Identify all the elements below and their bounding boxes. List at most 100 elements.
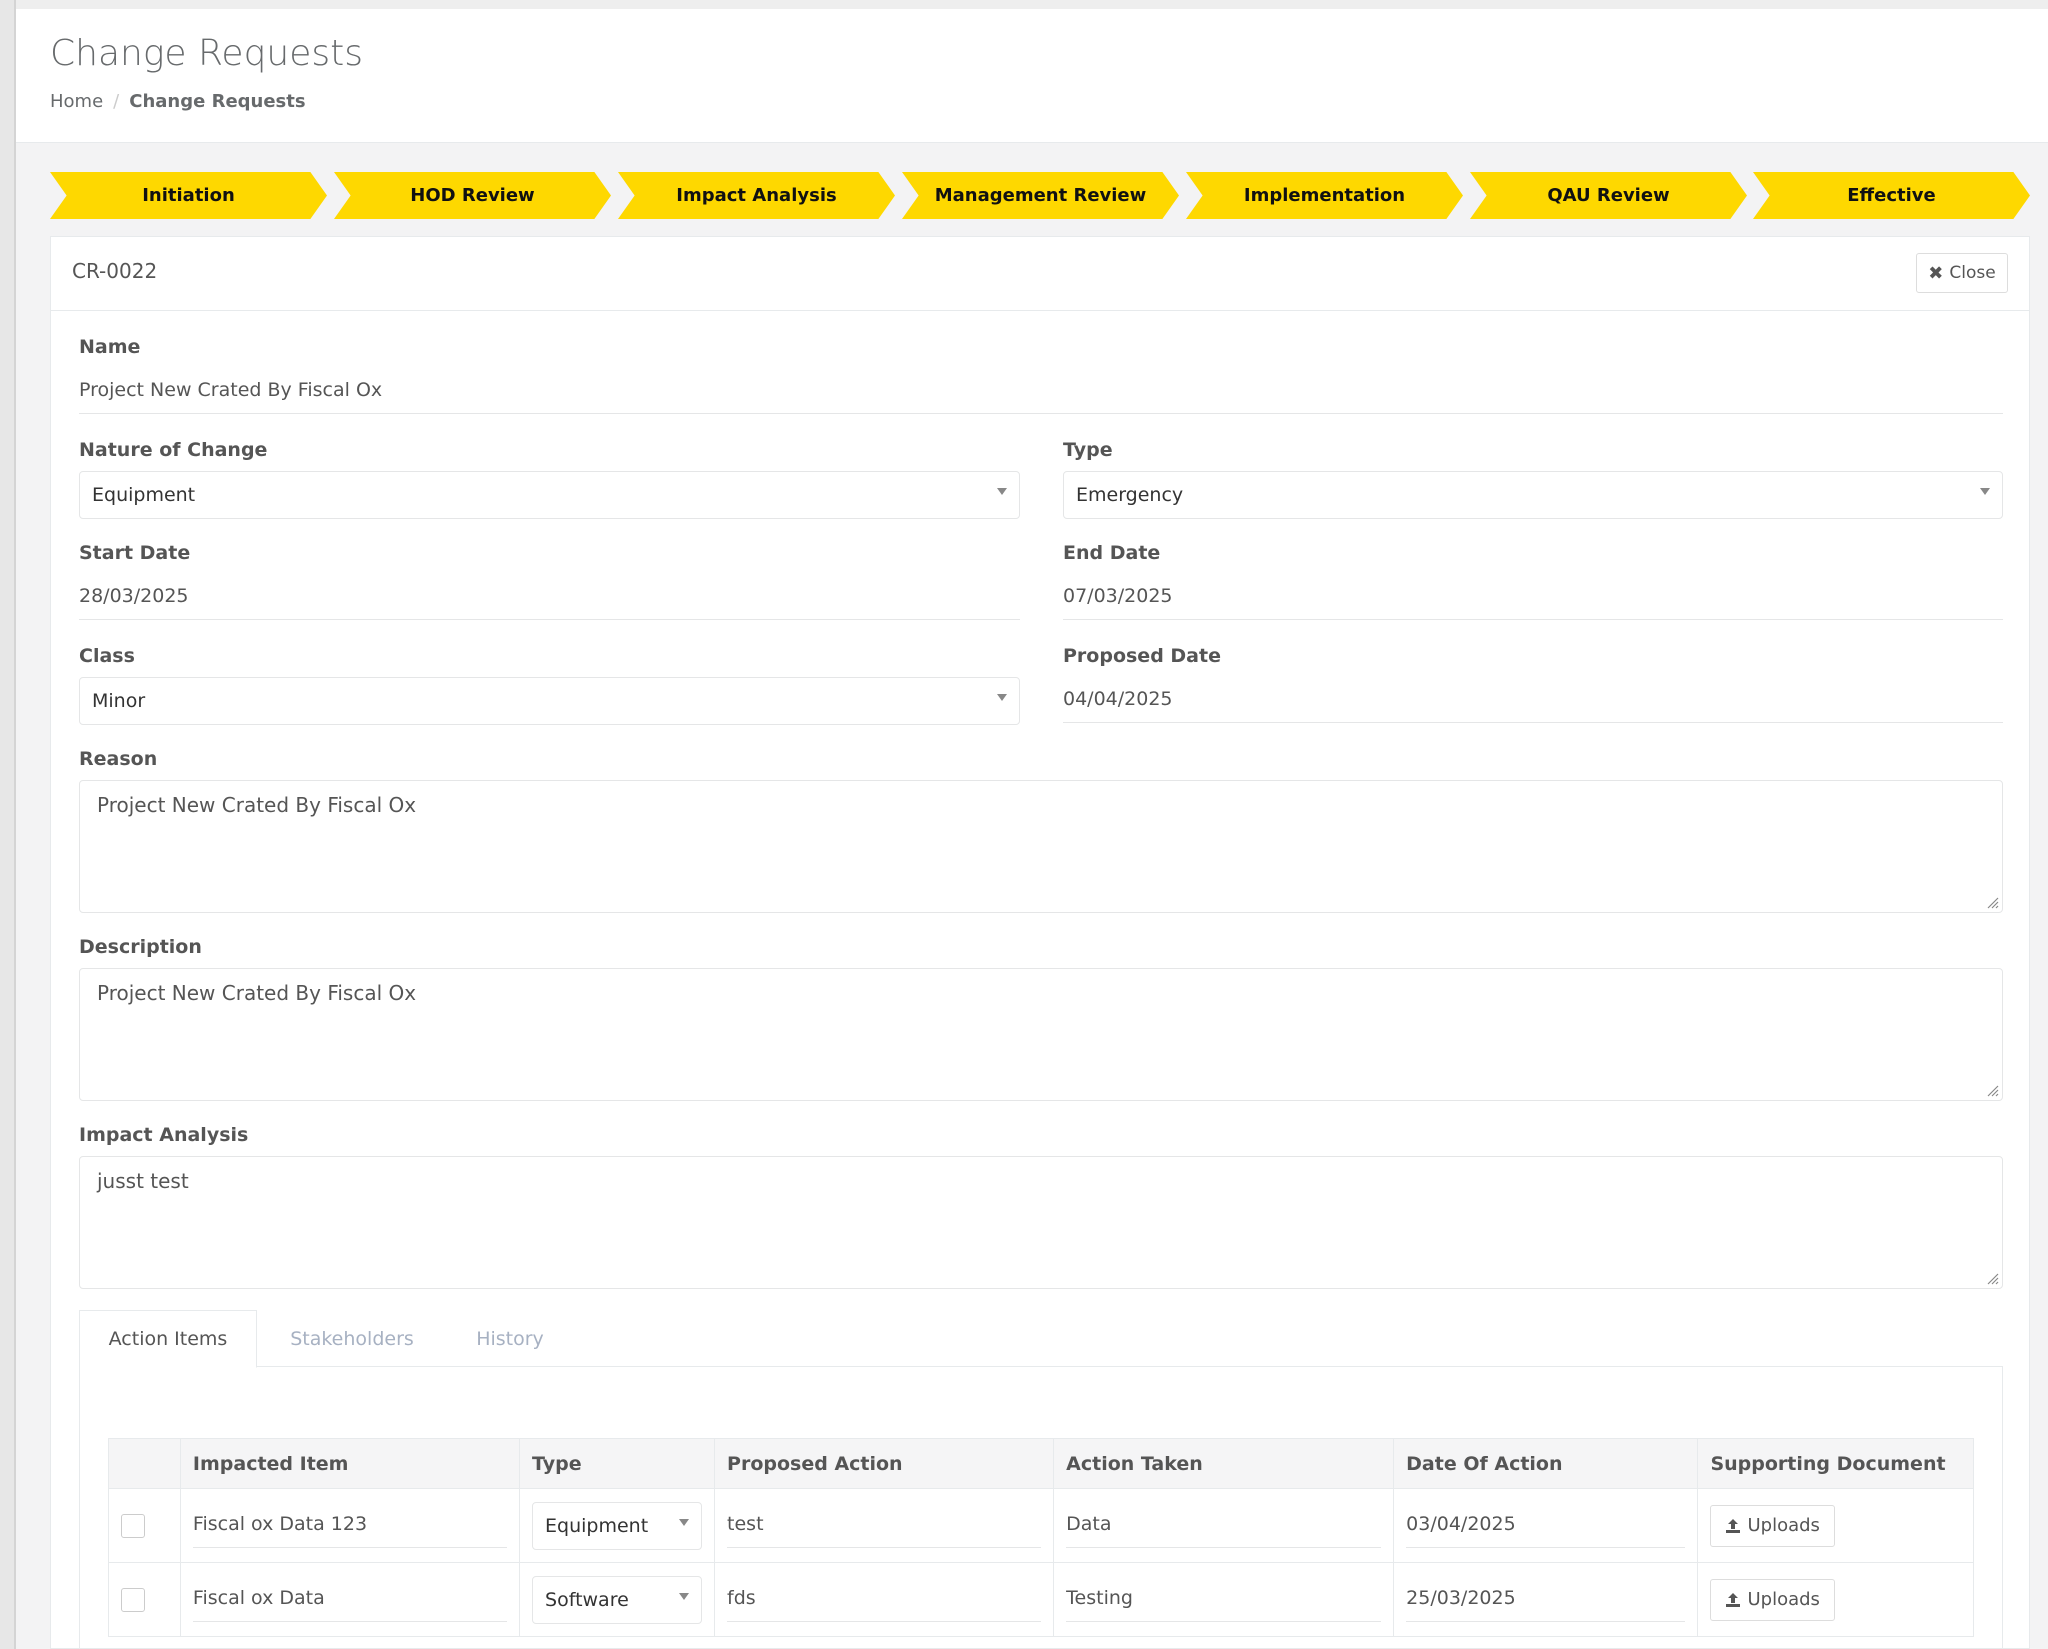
column-date-of-action: Date Of Action	[1393, 1438, 1699, 1489]
name-label: Name	[79, 336, 141, 358]
times-icon: ✖	[1928, 262, 1944, 284]
resize-grip-icon[interactable]	[1985, 1271, 1999, 1285]
upload-button[interactable]: Uploads	[1710, 1504, 1835, 1547]
resize-grip-icon[interactable]	[1985, 1083, 1999, 1097]
chevron-down-icon	[679, 1592, 690, 1600]
step-implementation[interactable]: Implementation	[1186, 172, 1463, 219]
action-taken-cell: Testing	[1053, 1562, 1395, 1637]
start-date-label: Start Date	[79, 542, 191, 564]
row-type-value: Software	[545, 1588, 629, 1611]
upload-label: Uploads	[1747, 1589, 1820, 1610]
step-initiation[interactable]: Initiation	[50, 172, 327, 219]
date-of-action-cell: 03/04/2025	[1393, 1488, 1699, 1563]
tab-action-items[interactable]: Action Items	[79, 1310, 257, 1368]
column-proposed-action: Proposed Action	[714, 1438, 1055, 1489]
impacted-item-cell: Fiscal ox Data 123	[179, 1488, 521, 1563]
upload-label: Uploads	[1747, 1515, 1820, 1536]
column-action-taken: Action Taken	[1053, 1438, 1395, 1489]
action-taken-input[interactable]: Testing	[1066, 1577, 1382, 1622]
nature-of-change-select[interactable]: Equipment	[79, 471, 1020, 519]
description-label: Description	[79, 936, 202, 958]
row-checkbox[interactable]	[121, 1513, 145, 1538]
chevron-down-icon	[997, 488, 1007, 495]
reason-label: Reason	[79, 748, 158, 770]
row-type-select[interactable]: Software	[532, 1575, 703, 1624]
step-qau-review[interactable]: QAU Review	[1470, 172, 1747, 219]
description-value: Project New Crated By Fiscal Ox	[97, 981, 417, 1005]
action-taken-input[interactable]: Data	[1066, 1503, 1382, 1548]
class-select[interactable]: Minor	[79, 677, 1020, 725]
step-effective[interactable]: Effective	[1753, 172, 2030, 219]
impacted-item-input[interactable]: Fiscal ox Data	[192, 1577, 508, 1622]
breadcrumb-home[interactable]: Home	[50, 91, 103, 112]
upload-icon	[1726, 1518, 1741, 1533]
action-items-table: Impacted Item Type Proposed Action Actio…	[108, 1438, 1974, 1637]
nature-of-change-label: Nature of Change	[79, 439, 268, 461]
proposed-date-input[interactable]: 04/04/2025	[1063, 688, 2003, 723]
proposed-action-input[interactable]: test	[727, 1503, 1042, 1548]
reason-value: Project New Crated By Fiscal Ox	[97, 793, 417, 817]
select-column-header	[108, 1438, 181, 1489]
row-checkbox[interactable]	[121, 1587, 145, 1612]
description-textarea[interactable]: Project New Crated By Fiscal Ox	[79, 968, 2003, 1101]
resize-grip-icon[interactable]	[1985, 895, 1999, 909]
row-type-value: Equipment	[545, 1514, 649, 1537]
chevron-down-icon	[997, 694, 1007, 701]
column-supporting-document: Supporting Document	[1697, 1438, 1974, 1489]
step-management-review[interactable]: Management Review	[902, 172, 1179, 219]
breadcrumb-separator: /	[113, 91, 120, 112]
upload-button[interactable]: Uploads	[1710, 1578, 1835, 1621]
proposed-action-cell: fds	[714, 1562, 1055, 1637]
breadcrumb: Home / Change Requests	[50, 91, 306, 112]
row-type-select[interactable]: Equipment	[532, 1501, 703, 1550]
table-row: Fiscal ox Data Software fds Testing 25/0…	[108, 1562, 1974, 1637]
record-code: CR-0022	[72, 259, 158, 283]
class-label: Class	[79, 645, 135, 667]
date-of-action-input[interactable]: 25/03/2025	[1406, 1577, 1686, 1622]
close-label: Close	[1949, 263, 1996, 283]
tab-bar: Action Items Stakeholders History	[79, 1310, 2003, 1368]
chevron-down-icon	[679, 1518, 690, 1526]
close-button[interactable]: ✖ Close	[1916, 253, 2008, 293]
page-header: Change Requests Home / Change Requests	[16, 9, 2048, 143]
step-impact-analysis[interactable]: Impact Analysis	[618, 172, 895, 219]
proposed-action-cell: test	[714, 1488, 1055, 1563]
type-label: Type	[1063, 439, 1113, 461]
change-request-panel: CR-0022 ✖ Close Name Project New Crated …	[50, 236, 2030, 1649]
column-type: Type	[519, 1438, 716, 1489]
table-header-row: Impacted Item Type Proposed Action Actio…	[108, 1438, 1974, 1489]
proposed-action-input[interactable]: fds	[727, 1577, 1042, 1622]
tab-stakeholders[interactable]: Stakeholders	[257, 1310, 447, 1367]
workflow-stepper: Initiation HOD Review Impact Analysis Ma…	[50, 172, 2030, 219]
date-of-action-cell: 25/03/2025	[1393, 1562, 1699, 1637]
impact-analysis-value: jusst test	[97, 1169, 189, 1193]
action-taken-cell: Data	[1053, 1488, 1395, 1563]
reason-textarea[interactable]: Project New Crated By Fiscal Ox	[79, 780, 2003, 913]
name-value: Project New Crated By Fiscal Ox	[79, 379, 2003, 414]
supporting-document-cell: Uploads	[1697, 1562, 1974, 1637]
row-select-cell	[108, 1562, 181, 1637]
step-hod-review[interactable]: HOD Review	[334, 172, 611, 219]
date-of-action-input[interactable]: 03/04/2025	[1406, 1503, 1686, 1548]
type-value: Emergency	[1076, 484, 1184, 506]
table-row: Fiscal ox Data 123 Equipment test Data 0…	[108, 1488, 1974, 1563]
row-select-cell	[108, 1488, 181, 1563]
page-title: Change Requests	[50, 33, 364, 74]
nature-of-change-value: Equipment	[92, 484, 196, 506]
start-date-input[interactable]: 28/03/2025	[79, 585, 1020, 620]
proposed-date-label: Proposed Date	[1063, 645, 1221, 667]
tab-history[interactable]: History	[447, 1310, 573, 1367]
top-strip	[16, 0, 2048, 9]
type-select[interactable]: Emergency	[1063, 471, 2003, 519]
end-date-input[interactable]: 07/03/2025	[1063, 585, 2003, 620]
type-cell: Equipment	[519, 1488, 716, 1563]
type-cell: Software	[519, 1562, 716, 1637]
impacted-item-input[interactable]: Fiscal ox Data 123	[192, 1503, 508, 1548]
impact-analysis-textarea[interactable]: jusst test	[79, 1156, 2003, 1289]
left-rail	[0, 0, 16, 1649]
column-impacted-item: Impacted Item	[179, 1438, 521, 1489]
upload-icon	[1726, 1592, 1741, 1607]
chevron-down-icon	[1980, 488, 1990, 495]
breadcrumb-current: Change Requests	[129, 91, 306, 112]
impacted-item-cell: Fiscal ox Data	[179, 1562, 521, 1637]
